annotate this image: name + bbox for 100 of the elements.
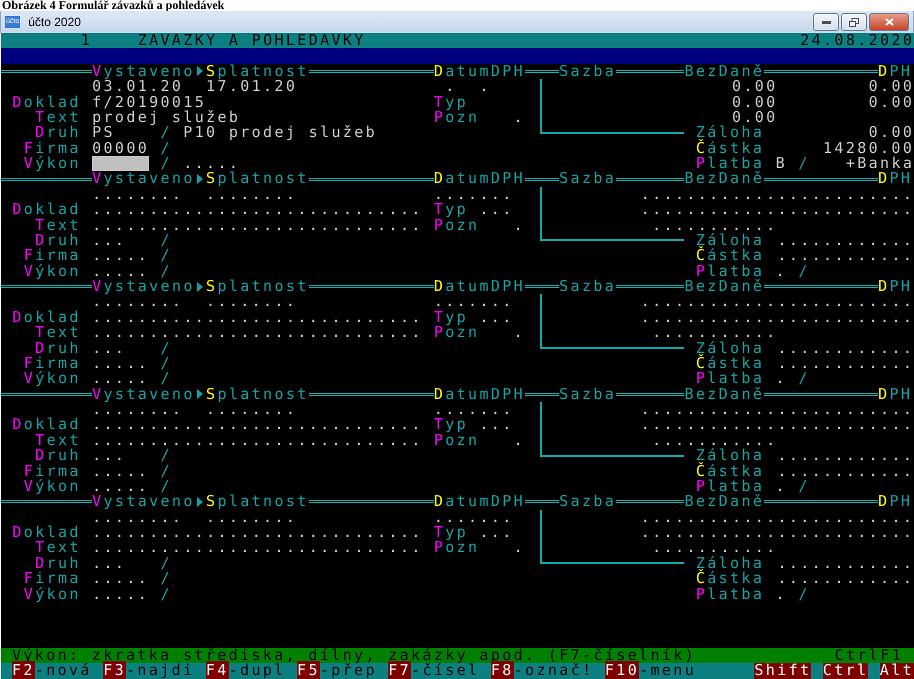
vat-date: ....... (434, 510, 514, 525)
input-field[interactable]: ..... (92, 478, 150, 494)
field-label: Typ (434, 202, 468, 218)
payment-name: +Banka (846, 156, 914, 172)
function-key[interactable]: F2-nová (12, 663, 92, 679)
field-label: Text (35, 325, 81, 340)
separator-slash: / (798, 156, 810, 172)
restore-icon (849, 18, 859, 26)
field-label: Pozn (434, 325, 480, 340)
kind-code: ... (92, 340, 126, 356)
function-key[interactable]: F4-dupl (206, 663, 286, 679)
input-field[interactable]: ..... (92, 264, 150, 279)
amount-value: 0.00 (868, 79, 914, 94)
amount-value: ........... (652, 325, 778, 340)
column-label: Sazba (559, 386, 616, 402)
field-label: Text (35, 432, 81, 448)
function-key[interactable]: F3-najdi (103, 663, 194, 679)
amount-value: 14280.00 (823, 140, 914, 156)
column-label: BezDaně (684, 386, 764, 402)
function-key[interactable]: F5-přep (297, 663, 377, 679)
input-field[interactable] (92, 156, 150, 172)
column-label: Sazba (559, 64, 616, 80)
separator-slash: / (160, 340, 172, 356)
vat-date: ....... (434, 186, 514, 202)
column-label: Vystaveno (92, 64, 195, 80)
separator-slash: / (798, 371, 810, 387)
function-key[interactable]: F8-označ! (490, 663, 594, 679)
document-number: ............................. (92, 202, 422, 218)
field-label: Typ (434, 417, 468, 433)
kind-code: ... (92, 232, 126, 248)
field-label: Typ (434, 525, 468, 540)
note-value: . (514, 432, 525, 448)
type-value: ... (479, 310, 514, 326)
separator-slash: / (160, 125, 172, 141)
type-value: ... (479, 525, 514, 540)
issued-date: ........ (92, 402, 184, 418)
amount-value: ............ (640, 402, 778, 418)
amount-value: ............ (777, 510, 914, 525)
vat-date: ....... (434, 294, 514, 310)
amount-value: 0.00 (732, 110, 778, 126)
maximize-button[interactable] (841, 13, 867, 31)
triangle-icon (197, 282, 204, 292)
modifier-key[interactable]: Shift (754, 663, 812, 679)
separator-slash: / (160, 571, 172, 586)
type-value: ... (479, 417, 514, 433)
type-value: ... (479, 202, 514, 218)
amount-value: ............ (777, 248, 914, 264)
due-date: ........ (206, 294, 298, 310)
kind-code: PS (92, 125, 115, 141)
function-key[interactable]: F10-menu (604, 663, 696, 679)
due-date: ........ (206, 186, 298, 202)
amount-value: ............ (777, 186, 914, 202)
amount-value: ............ (777, 356, 914, 372)
input-field[interactable]: ..... (92, 586, 150, 602)
description-text: ............................. (92, 325, 422, 340)
amount-value: ............ (777, 525, 914, 540)
minimize-button[interactable] (813, 13, 839, 31)
amount-value: ............ (777, 340, 914, 356)
shortcut-hint: CtrlF1 (834, 648, 903, 664)
field-label: Typ (434, 310, 468, 326)
issued-date: ........ (92, 186, 184, 202)
close-button[interactable] (869, 13, 909, 31)
due-date: ........ (206, 510, 298, 525)
amount-value: 0.00 (732, 94, 778, 110)
separator-slash: / (160, 140, 172, 156)
company-code: ..... (92, 356, 150, 372)
column-label: Vystaveno (92, 494, 195, 510)
column-label: Vystaveno (92, 171, 195, 187)
document-number: f/20190015 (92, 94, 206, 110)
window-title: účto 2020 (28, 15, 82, 29)
amount-value: 0.00 (868, 94, 914, 110)
modifier-key[interactable]: Ctrl (822, 663, 868, 679)
separator-slash: / (160, 556, 172, 572)
amount-value: ............ (777, 464, 914, 479)
field-label: Platba (696, 478, 764, 494)
modifier-key[interactable]: Alt (880, 663, 914, 679)
payment-code: . (776, 371, 787, 387)
triangle-icon (197, 496, 204, 507)
separator-slash: / (160, 478, 172, 494)
separator-slash: / (160, 156, 172, 172)
field-label: Výkon (24, 371, 81, 387)
field-label: Platba (696, 156, 764, 172)
separator-slash: / (160, 371, 172, 387)
amount-value: 0.00 (868, 125, 914, 141)
payment-code: . (776, 586, 787, 602)
function-key[interactable]: F7-čísel (388, 663, 480, 679)
separator-slash: / (160, 248, 172, 264)
amount-value: ............ (640, 202, 778, 218)
separator-slash: / (160, 464, 172, 479)
note-value: . (514, 110, 525, 126)
field-label: Text (35, 110, 81, 126)
triangle-icon (197, 389, 204, 400)
separator-slash: / (160, 356, 172, 372)
amount-value: ............ (640, 510, 778, 525)
field-label: Platba (696, 264, 764, 279)
note-value: . (514, 540, 525, 556)
minimize-icon (822, 20, 830, 24)
input-field[interactable]: ..... (92, 371, 150, 387)
column-label: BezDaně (684, 171, 764, 187)
field-label: Výkon (24, 264, 81, 279)
